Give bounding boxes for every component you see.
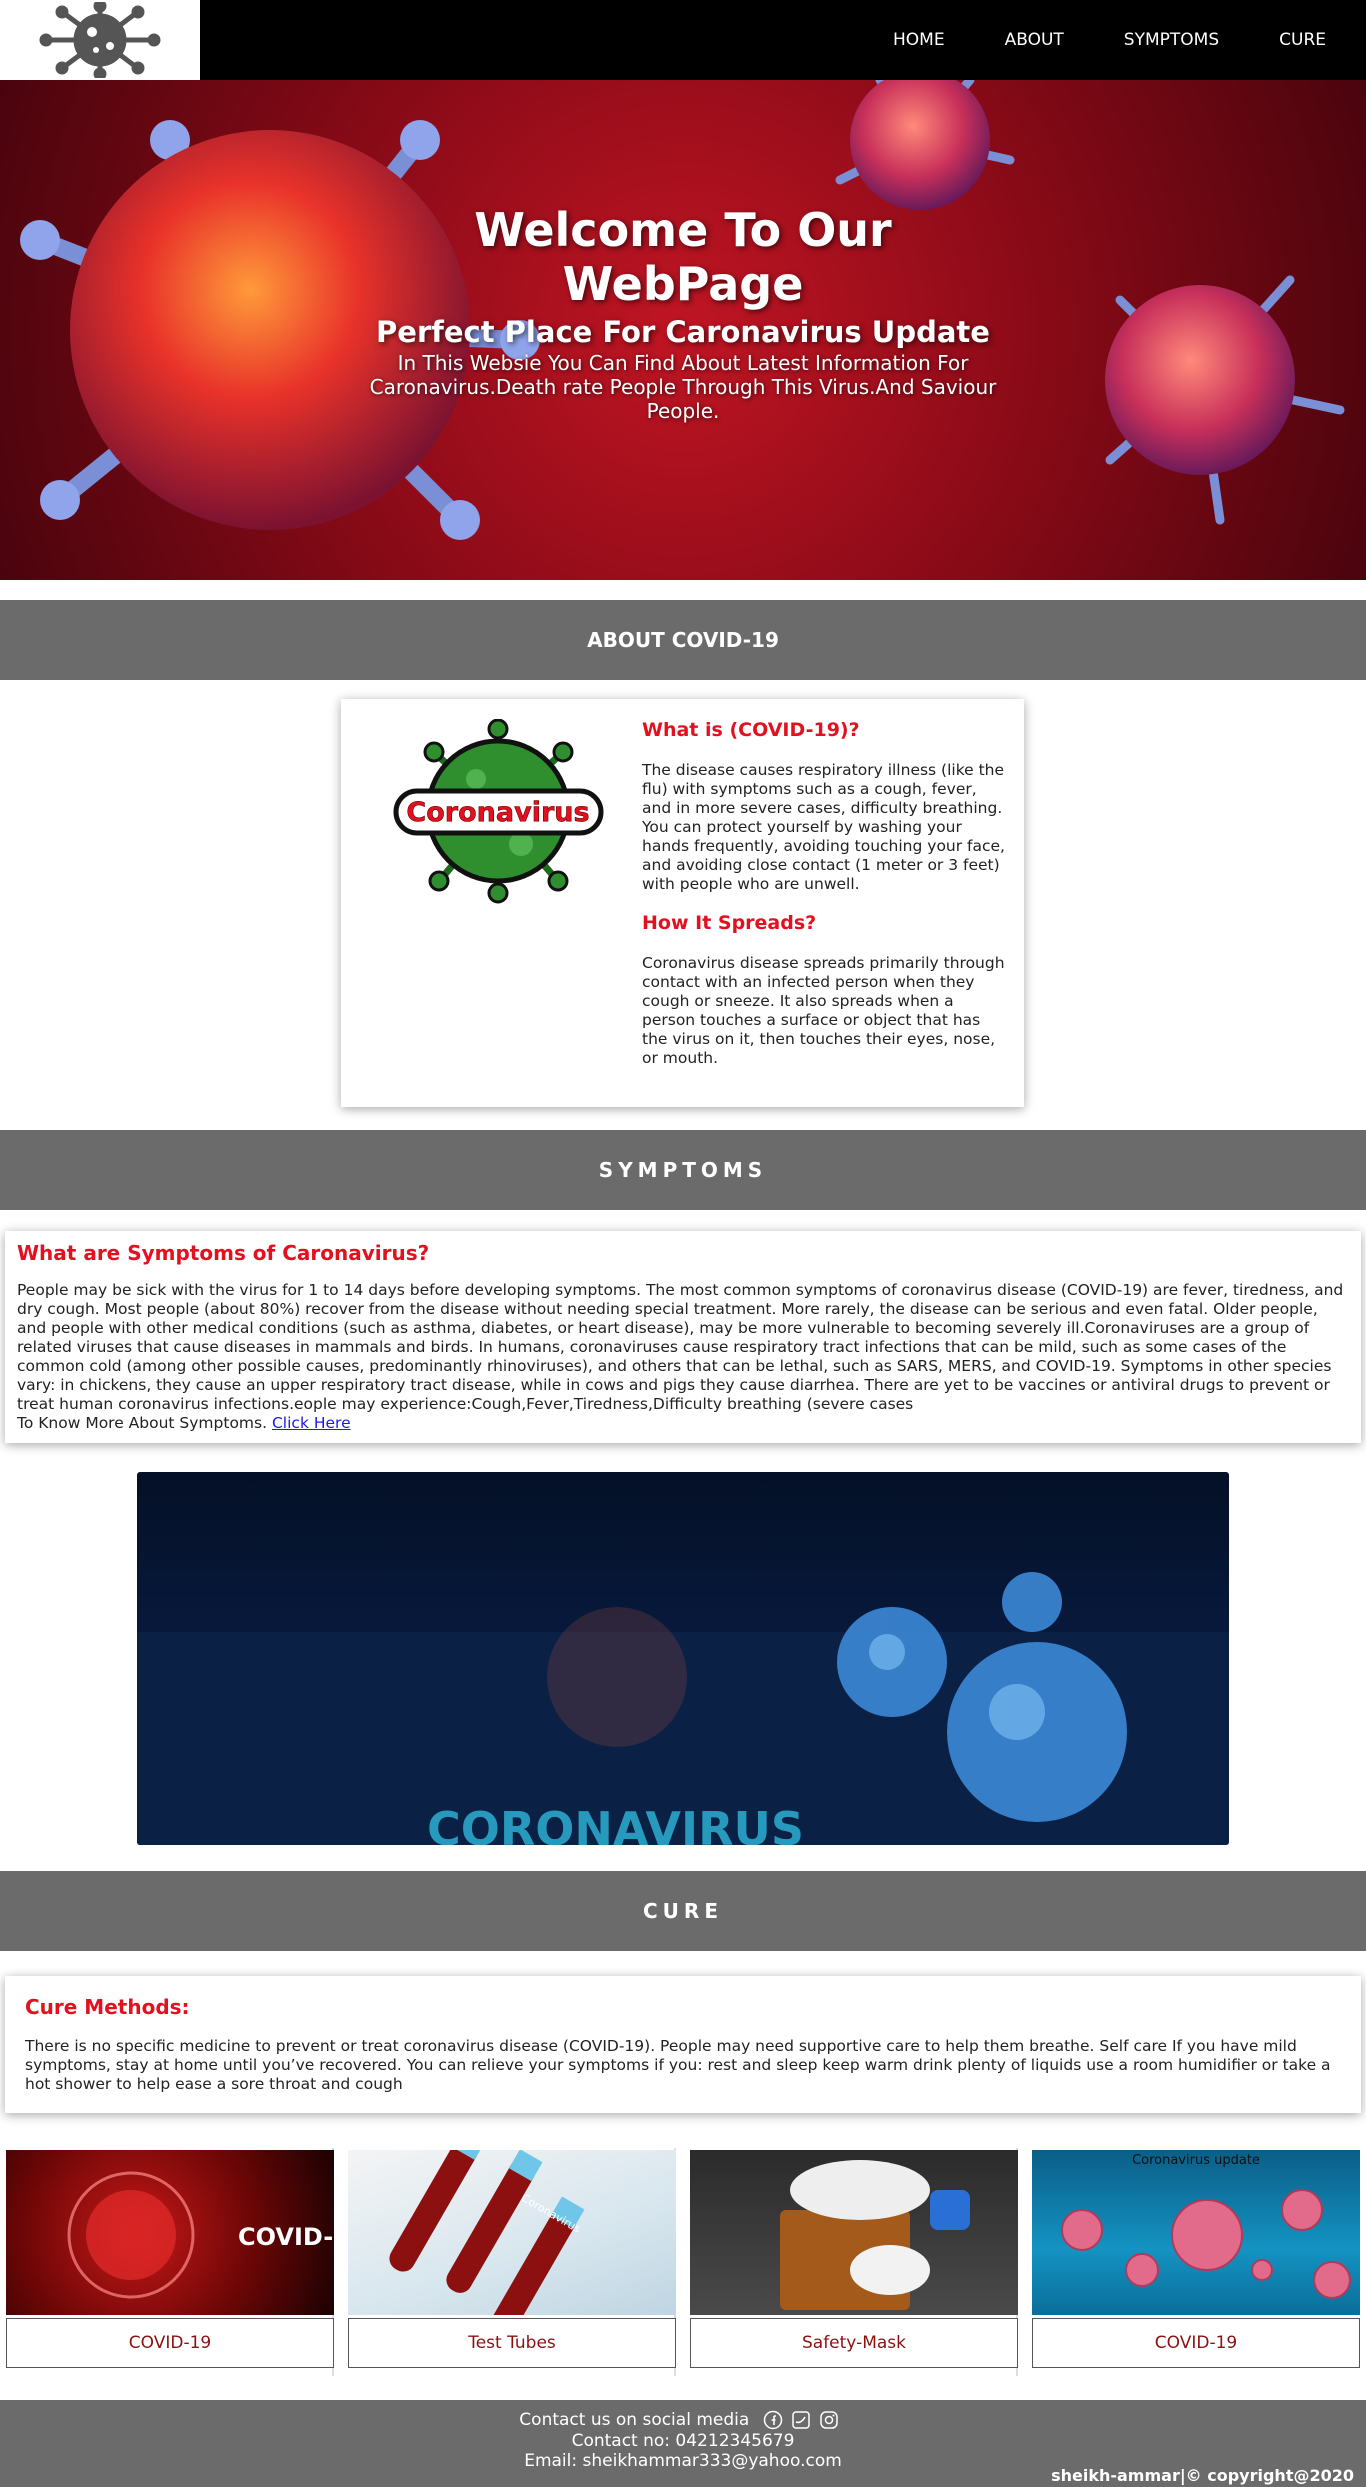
social-text: Contact us on social media: [519, 2410, 750, 2430]
how-spreads-heading: How It Spreads?: [642, 912, 817, 934]
gallery-item[interactable]: Coronavirus update COVID-19: [1026, 2148, 1360, 2376]
coronavirus-banner-image: CORONAVIRUS: [137, 1472, 1229, 1845]
twitter-icon[interactable]: [791, 2410, 811, 2430]
hero-description: In This Websie You Can Find About Latest…: [369, 351, 997, 423]
symptoms-more-line: To Know More About Symptoms. Click Here: [17, 1414, 1349, 1433]
site-logo[interactable]: [0, 0, 200, 80]
nav-symptoms-link[interactable]: SYMPTOMS: [1124, 30, 1219, 50]
gallery-caption[interactable]: Test Tubes: [348, 2318, 676, 2368]
gallery-image-update-text: Coronavirus update: [1132, 2153, 1260, 2168]
instagram-icon[interactable]: [819, 2410, 839, 2430]
footer-phone: Contact no: 04212345679: [571, 2431, 795, 2451]
gallery-item[interactable]: Coronavirus Test Tubes: [342, 2148, 676, 2376]
gallery-image-coronavirus-update: Coronavirus update: [1032, 2150, 1360, 2315]
symptoms-section-bar: SYMPTOMS: [0, 1130, 1366, 1210]
hero-banner: Welcome To Our WebPage Perfect Place For…: [0, 80, 1366, 580]
nav-cure-link[interactable]: CURE: [1279, 30, 1326, 50]
site-footer: Contact us on social media Contact no: 0…: [0, 2400, 1366, 2487]
gallery-image-covid: COVID-19: [6, 2150, 334, 2315]
about-text-column: What is (COVID-19)? The disease causes r…: [642, 719, 1007, 1068]
symptoms-text: People may be sick with the virus for 1 …: [17, 1281, 1344, 1413]
gallery-caption[interactable]: Safety-Mask: [690, 2318, 1018, 2368]
social-line: Contact us on social media: [0, 2410, 1366, 2430]
top-navbar: HOME ABOUT SYMPTOMS CURE: [0, 0, 1366, 80]
social-icons: [763, 2410, 847, 2430]
cure-section-bar: CURE: [0, 1871, 1366, 1951]
gallery-image-covid-text: COVID-19: [238, 2223, 334, 2251]
how-spreads-text: Coronavirus disease spreads primarily th…: [642, 954, 1005, 1067]
symptoms-heading: What are Symptoms of Caronavirus?: [17, 1241, 430, 1265]
image-gallery: COVID-19 COVID-19 Coronavirus Test Tubes: [0, 2148, 1366, 2376]
coronavirus-badge-image: Coronavirus: [393, 719, 604, 904]
nav-about-link[interactable]: ABOUT: [1005, 30, 1064, 50]
gallery-caption[interactable]: COVID-19: [1032, 2318, 1360, 2368]
gallery-item[interactable]: Safety-Mask: [684, 2148, 1018, 2376]
nav-menu: HOME ABOUT SYMPTOMS CURE: [833, 0, 1326, 80]
badge-text: Coronavirus: [406, 797, 589, 828]
gallery-caption[interactable]: COVID-19: [6, 2318, 334, 2368]
about-card: Coronavirus What is (COVID-19)? The dise…: [341, 699, 1024, 1107]
symptoms-more-text: To Know More About Symptoms.: [17, 1414, 268, 1432]
hero-text: Welcome To Our WebPage Perfect Place For…: [0, 80, 1366, 580]
symptoms-card: What are Symptoms of Caronavirus? People…: [5, 1231, 1361, 1443]
banner-text: CORONAVIRUS: [427, 1802, 804, 1845]
hero-title: Welcome To Our WebPage: [474, 203, 892, 311]
about-section-title: ABOUT COVID-19: [587, 628, 779, 652]
copyright-text: sheikh-ammar|© copyright@2020: [1051, 2466, 1354, 2485]
gallery-image-safety-mask: [690, 2150, 1018, 2315]
cure-heading: Cure Methods:: [25, 1995, 190, 2019]
facebook-icon[interactable]: [763, 2410, 783, 2430]
cure-text: There is no specific medicine to prevent…: [25, 2037, 1331, 2093]
gallery-image-test-tubes: Coronavirus: [348, 2150, 676, 2315]
about-section-bar: ABOUT COVID-19: [0, 600, 1366, 680]
nav-home-link[interactable]: HOME: [893, 30, 945, 50]
symptoms-section-title: SYMPTOMS: [598, 1158, 768, 1182]
cure-card: Cure Methods: There is no specific medic…: [5, 1976, 1361, 2113]
click-here-link[interactable]: Click Here: [272, 1414, 351, 1432]
virus-logo-icon: [39, 2, 161, 78]
cure-section-title: CURE: [643, 1899, 723, 1923]
what-is-heading: What is (COVID-19)?: [642, 719, 860, 741]
hero-subtitle: Perfect Place For Caronavirus Update: [376, 315, 990, 349]
gallery-item[interactable]: COVID-19 COVID-19: [0, 2148, 334, 2376]
what-is-text: The disease causes respiratory illness (…: [642, 761, 1005, 893]
